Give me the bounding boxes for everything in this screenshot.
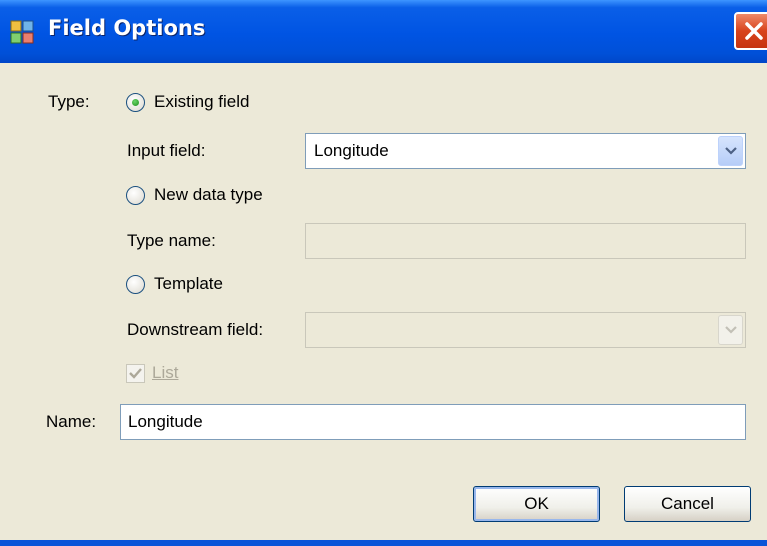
checkmark-icon	[129, 368, 142, 379]
existing-field-label[interactable]: Existing field	[154, 92, 249, 112]
input-field-value: Longitude	[314, 141, 389, 160]
input-field-dropdown-button[interactable]	[718, 136, 743, 166]
close-button[interactable]	[734, 12, 767, 50]
new-data-type-label[interactable]: New data type	[154, 185, 263, 205]
name-input[interactable]	[121, 405, 745, 439]
type-label: Type:	[48, 92, 90, 111]
template-radio[interactable]	[126, 275, 145, 294]
name-field[interactable]	[120, 404, 746, 440]
downstream-field-dropdown-button[interactable]	[718, 315, 743, 345]
cancel-button[interactable]: Cancel	[624, 486, 751, 522]
existing-field-radio[interactable]	[126, 93, 145, 112]
app-icon	[10, 20, 34, 44]
downstream-field-label: Downstream field:	[127, 320, 264, 339]
input-field-dropdown[interactable]: Longitude	[305, 133, 746, 169]
chevron-down-icon	[724, 147, 737, 155]
window-bottom-border	[0, 540, 767, 546]
type-name-label: Type name:	[127, 231, 216, 250]
new-data-type-radio[interactable]	[126, 186, 145, 205]
input-field-label: Input field:	[127, 141, 206, 160]
type-name-field[interactable]	[305, 223, 746, 259]
ok-button[interactable]: OK	[473, 486, 600, 522]
type-name-input[interactable]	[306, 224, 745, 258]
field-options-dialog: Field Options Type: Existing field Input…	[0, 0, 767, 546]
close-icon	[745, 22, 763, 40]
chevron-down-icon	[724, 326, 737, 334]
name-label: Name:	[46, 412, 97, 431]
title-bar[interactable]: Field Options	[0, 0, 767, 63]
window-title: Field Options	[48, 16, 206, 40]
template-label[interactable]: Template	[154, 274, 223, 294]
downstream-field-dropdown[interactable]	[305, 312, 746, 348]
list-label[interactable]: List	[152, 363, 178, 383]
list-checkbox[interactable]	[126, 364, 145, 383]
